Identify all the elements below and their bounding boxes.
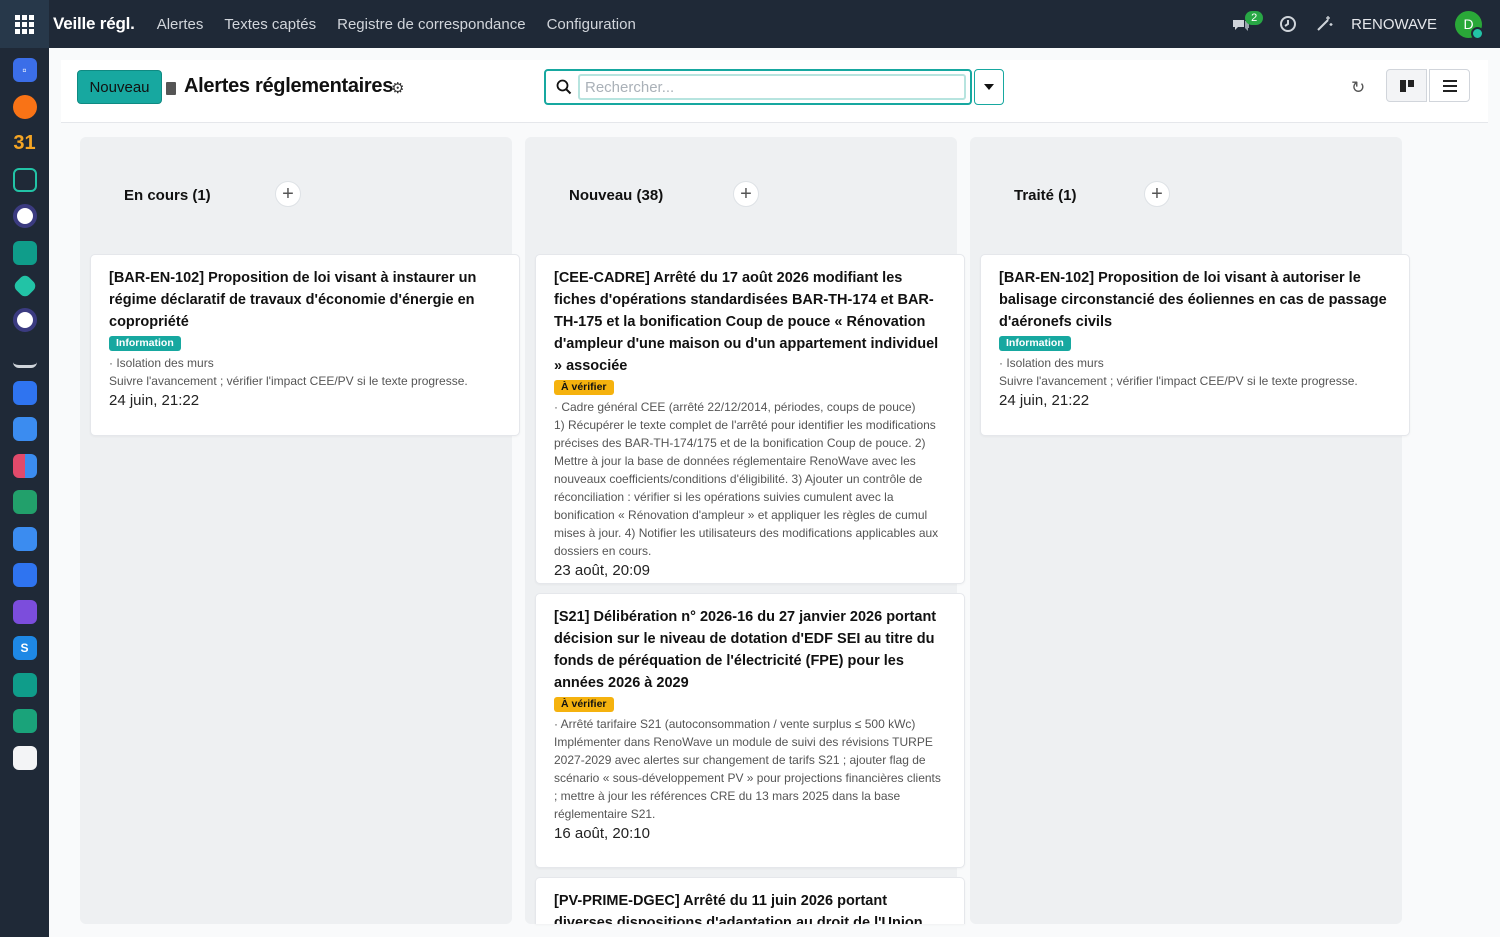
kanban-icon: [1399, 79, 1414, 92]
company-switcher[interactable]: RENOWAVE: [1351, 16, 1437, 33]
planning-icon[interactable]: [12, 417, 37, 441]
search-options-toggle[interactable]: [974, 69, 1004, 105]
card-title: [PV-PRIME-DGEC] Arrêté du 11 juin 2026 p…: [554, 893, 923, 924]
dock-app-17-icon[interactable]: S: [12, 636, 37, 660]
dashboard-icon[interactable]: [12, 453, 37, 478]
bank-icon[interactable]: [12, 344, 37, 368]
app-menu-button[interactable]: [0, 0, 49, 48]
card-topic: · Cadre général CEE (arrêté 22/12/2014, …: [554, 400, 916, 414]
sign-icon[interactable]: [12, 745, 37, 770]
dock-app-13-icon[interactable]: [12, 490, 37, 514]
dock-app-5-icon[interactable]: [12, 204, 37, 228]
user-avatar[interactable]: D: [1455, 10, 1484, 40]
column-add-button[interactable]: +: [733, 181, 759, 207]
card-title: [BAR-EN-102] Proposition de loi visant à…: [109, 270, 477, 330]
card-tag: À vérifier: [554, 697, 614, 712]
card-title: [S21] Délibération n° 2026-16 du 27 janv…: [554, 609, 937, 691]
dock-app-2-icon[interactable]: [12, 94, 37, 119]
gear-icon[interactable]: ⚙: [391, 79, 404, 97]
list-view-button[interactable]: [1429, 69, 1470, 102]
systray: 2 RENOWAVE D: [1231, 0, 1484, 48]
search-icon: [556, 79, 572, 95]
search-input[interactable]: [578, 74, 966, 100]
dock-app-15-icon[interactable]: [12, 563, 37, 587]
dock-app-8-icon[interactable]: [12, 307, 37, 332]
messages-button[interactable]: 2: [1231, 11, 1264, 35]
menu-item-registre[interactable]: Registre de correspondance: [337, 16, 525, 33]
menu-item-alertes[interactable]: Alertes: [157, 16, 204, 33]
messages-count-badge: 2: [1245, 11, 1264, 25]
dock-app-7-icon[interactable]: [11, 273, 38, 299]
main-menu: Alertes Textes captés Registre de corres…: [157, 16, 636, 33]
kanban-card[interactable]: [BAR-EN-102] Proposition de loi visant à…: [90, 254, 520, 436]
card-title: [CEE-CADRE] Arrêté du 17 août 2026 modif…: [554, 270, 939, 374]
card-action: 1) Récupérer le texte complet de l'arrêt…: [554, 418, 939, 558]
column-add-button[interactable]: +: [1144, 181, 1170, 207]
card-tag: Information: [109, 336, 181, 351]
kanban-card[interactable]: [S21] Délibération n° 2026-16 du 27 janv…: [535, 593, 965, 868]
magic-wand-icon[interactable]: [1315, 15, 1333, 33]
search-box: [544, 69, 972, 105]
column-add-button[interactable]: +: [275, 181, 301, 207]
card-topic: · Arrêté tarifaire S21 (autoconsommation…: [554, 717, 916, 731]
kanban-card[interactable]: [BAR-EN-102] Proposition de loi visant à…: [980, 254, 1410, 436]
list-icon: [1442, 79, 1457, 92]
column-header[interactable]: Traité (1): [1014, 187, 1077, 204]
clock-icon[interactable]: [1279, 15, 1297, 33]
card-tag: À vérifier: [554, 380, 614, 395]
menu-item-textes-captes[interactable]: Textes captés: [224, 16, 316, 33]
dock-app-1-icon[interactable]: ▫: [12, 58, 37, 82]
card-topic: · Isolation des murs: [999, 356, 1104, 370]
card-title: [BAR-EN-102] Proposition de loi visant à…: [999, 270, 1387, 330]
card-tag: Information: [999, 336, 1071, 351]
page-title: Alertes réglementaires: [184, 75, 394, 97]
calendar-31-icon[interactable]: 31: [13, 131, 37, 155]
spreadsheet-icon[interactable]: [12, 709, 37, 733]
card-date: 24 juin, 21:22: [999, 392, 1090, 409]
events-icon[interactable]: [12, 526, 37, 551]
card-date: 23 août, 20:09: [554, 562, 650, 579]
kanban-card[interactable]: [PV-PRIME-DGEC] Arrêté du 11 juin 2026 p…: [535, 877, 965, 924]
card-action: Implémenter dans RenoWave un module de s…: [554, 735, 941, 821]
dock-app-10-icon[interactable]: [12, 380, 37, 405]
refresh-icon[interactable]: ↻: [1351, 78, 1365, 98]
caret-down-icon: [984, 84, 994, 90]
card-action: Suivre l'avancement ; vérifier l'impact …: [999, 374, 1358, 388]
control-panel: Nouveau Alertes réglementaires ⚙ ↻: [61, 60, 1488, 123]
column-header[interactable]: Nouveau (38): [569, 187, 663, 204]
new-button[interactable]: Nouveau: [77, 70, 162, 104]
top-navbar: Veille régl. Alertes Textes captés Regis…: [0, 0, 1500, 48]
grid-icon: [15, 14, 34, 34]
dock-app-18-icon[interactable]: [12, 672, 37, 697]
kanban-view-button[interactable]: [1386, 69, 1427, 102]
menu-item-configuration[interactable]: Configuration: [547, 16, 636, 33]
card-topic: · Isolation des murs: [109, 356, 214, 370]
app-brand[interactable]: Veille régl.: [53, 14, 135, 34]
app-dock: ▫ 31 S: [0, 48, 49, 937]
column-header[interactable]: En cours (1): [124, 187, 211, 204]
card-action: Suivre l'avancement ; vérifier l'impact …: [109, 374, 468, 388]
kanban-card[interactable]: [CEE-CADRE] Arrêté du 17 août 2026 modif…: [535, 254, 965, 584]
contacts-icon[interactable]: [12, 240, 37, 265]
card-date: 24 juin, 21:22: [109, 392, 200, 409]
document-icon: [166, 82, 176, 95]
dock-app-4-icon[interactable]: [12, 167, 37, 192]
dock-app-16-icon[interactable]: [12, 599, 37, 624]
card-date: 16 août, 20:10: [554, 825, 650, 842]
